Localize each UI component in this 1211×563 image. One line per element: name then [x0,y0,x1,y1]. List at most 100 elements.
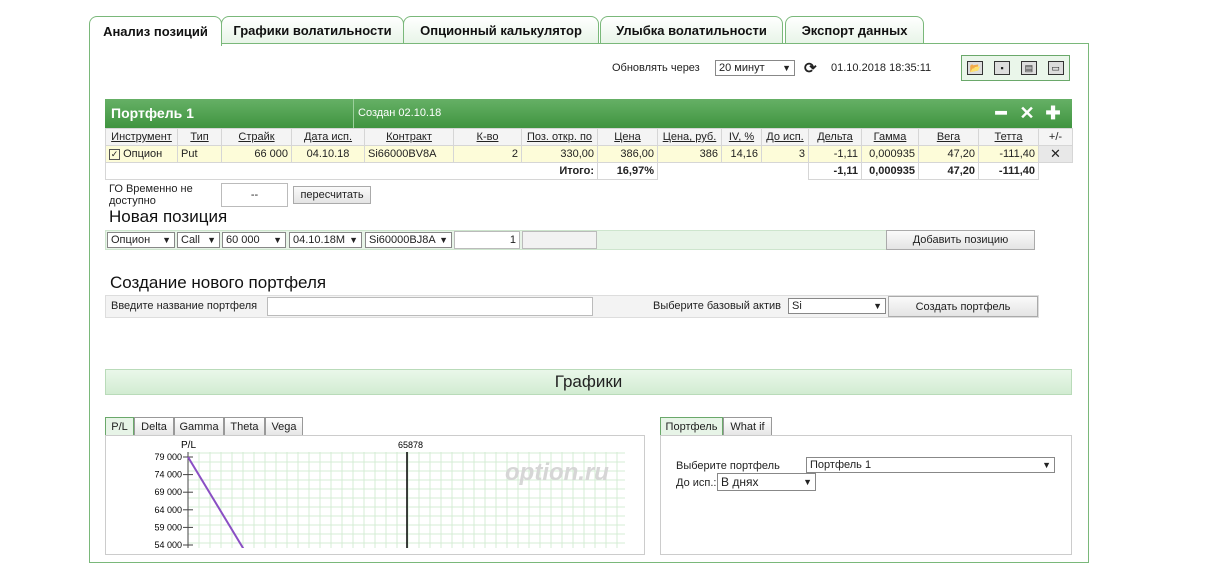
delete-row-icon[interactable]: ✕ [1038,145,1073,163]
open-folder-icon[interactable]: 📂 [967,61,984,75]
col-header[interactable]: Дата исп. [291,128,365,146]
total-delta: -1,11 [808,162,862,180]
close-icon[interactable]: ✕ [1016,102,1038,124]
go-value: -- [221,183,288,207]
toolbar-box: 📂 ▪ ▤ ▭ [961,55,1070,81]
y-axis-title: P/L [181,440,196,451]
table-row[interactable]: ✓ Опцион Put 66 000 04.10.18 Si66000BV8A… [105,145,1073,163]
base-asset-label: Выберите базовый актив [653,300,781,312]
refresh-interval-value: 20 минут [719,62,765,74]
open-price-input[interactable] [522,231,597,249]
iv-cell: 14,16 [721,145,762,163]
expiration-value: В днях [721,475,759,489]
base-asset-value: Si [792,300,802,312]
col-header[interactable]: К-во [453,128,522,146]
print-icon[interactable]: ▤ [1020,61,1037,75]
col-header[interactable]: Гамма [861,128,919,146]
date-select[interactable]: 04.10.18М ▼ [289,232,362,248]
chart-tab-gamma[interactable]: Gamma [174,417,224,436]
col-header[interactable]: Контракт [364,128,454,146]
portfolio-name-input[interactable] [267,297,593,316]
tab-volatility-smile[interactable]: Улыбка волатильности [600,16,783,44]
portfolio-name-label: Введите название портфеля [111,300,258,312]
col-header[interactable]: Дельта [808,128,862,146]
vega-cell: 47,20 [918,145,979,163]
create-portfolio-button[interactable]: Создать портфель [888,296,1038,317]
refresh-icon[interactable]: ⟳ [804,59,817,77]
tab-data-export[interactable]: Экспорт данных [785,16,924,44]
tab-option-calculator[interactable]: Опционный калькулятор [403,16,599,44]
col-header[interactable]: Тип [177,128,222,146]
select-portfolio-dropdown[interactable]: Портфель 1 ▼ [806,457,1055,473]
right-panel [660,435,1072,555]
qty-input[interactable]: 1 [454,231,520,249]
minimize-icon[interactable]: ━ [990,102,1012,124]
right-tab-what-if[interactable]: What if [723,417,772,436]
theta-cell: -111,40 [978,145,1039,163]
expiration-select[interactable]: В днях ▼ [717,473,816,491]
tab-label: Улыбка волатильности [616,23,767,38]
refresh-interval-select[interactable]: 20 минут ▼ [715,60,795,76]
col-header[interactable]: Страйк [221,128,292,146]
chart-tab-delta[interactable]: Delta [134,417,174,436]
y-tick-label: 64 000 [154,505,182,515]
col-header[interactable]: Цена [597,128,658,146]
base-asset-select[interactable]: Si ▼ [788,298,886,314]
type-select[interactable]: Call ▼ [177,232,220,248]
chart-tab-theta[interactable]: Theta [224,417,265,436]
instrument-select[interactable]: Опцион ▼ [107,232,175,248]
price-cell: 386,00 [597,145,658,163]
tab-label: Опционный калькулятор [420,23,582,38]
col-header: +/- [1038,128,1073,146]
table-header-row: Инструмент Тип Страйк Дата исп. Контракт… [105,128,1073,146]
delta-cell: -1,11 [808,145,862,163]
price-rub-cell: 386 [657,145,722,163]
chart-tab-vega[interactable]: Vega [265,417,303,436]
tab-position-analysis[interactable]: Анализ позиций [89,16,222,46]
contract-cell: Si66000BV8A [364,145,454,163]
chevron-down-icon: ▼ [782,63,791,73]
chevron-down-icon: ▼ [1042,460,1051,470]
watermark: option.ru [505,459,609,486]
recalculate-button[interactable]: пересчитать [293,186,371,204]
instrument-cell[interactable]: ✓ Опцион [105,145,178,163]
chart-tab-pl[interactable]: P/L [105,417,134,436]
chevron-down-icon: ▼ [873,301,882,311]
y-tick-label: 59 000 [154,522,182,532]
chevron-down-icon: ▼ [273,235,282,245]
contract-select[interactable]: Si60000BJ8A ▼ [365,232,452,248]
current-datetime: 01.10.2018 18:35:11 [831,62,932,74]
select-portfolio-value: Портфель 1 [810,459,872,471]
col-header[interactable]: Тетта [978,128,1039,146]
col-header[interactable]: Инструмент [105,128,178,146]
date-select-value: 04.10.18М [293,234,345,246]
add-position-button[interactable]: Добавить позицию [886,230,1035,250]
right-tab-portfolio[interactable]: Портфель [660,417,723,436]
chevron-down-icon: ▼ [439,235,448,245]
total-vega: 47,20 [918,162,979,180]
positions-table: Инструмент Тип Страйк Дата исп. Контракт… [105,128,1073,180]
y-axis-ticks: 79 000 74 000 69 000 64 000 59 000 54 000 [154,452,193,548]
select-portfolio-label: Выберите портфель [676,460,780,472]
total-price: 16,97% [597,162,658,180]
marker-label: 65878 [398,440,423,450]
go-label: ГО Временно не доступно [109,183,193,207]
tab-volatility-charts[interactable]: Графики волатильности [221,16,404,44]
strike-select[interactable]: 60 000 ▼ [222,232,286,248]
checkbox[interactable]: ✓ [109,149,120,160]
tab-label: Анализ позиций [103,24,208,39]
qty-cell[interactable]: 2 [453,145,522,163]
tab-label: Графики волатильности [233,23,392,38]
contract-select-value: Si60000BJ8A [369,234,436,246]
y-tick-label: 69 000 [154,487,182,497]
save-icon[interactable]: ▪ [994,61,1011,75]
col-header[interactable]: IV, % [721,128,762,146]
col-header[interactable]: Поз. откр. по [521,128,598,146]
new-position-title: Новая позиция [109,207,228,226]
col-header[interactable]: Вега [918,128,979,146]
open-price-cell[interactable]: 330,00 [521,145,598,163]
folder-icon[interactable]: ▭ [1047,61,1064,75]
add-icon[interactable]: ✚ [1042,102,1064,124]
col-header[interactable]: Цена, руб. [657,128,722,146]
col-header[interactable]: До исп. [761,128,809,146]
